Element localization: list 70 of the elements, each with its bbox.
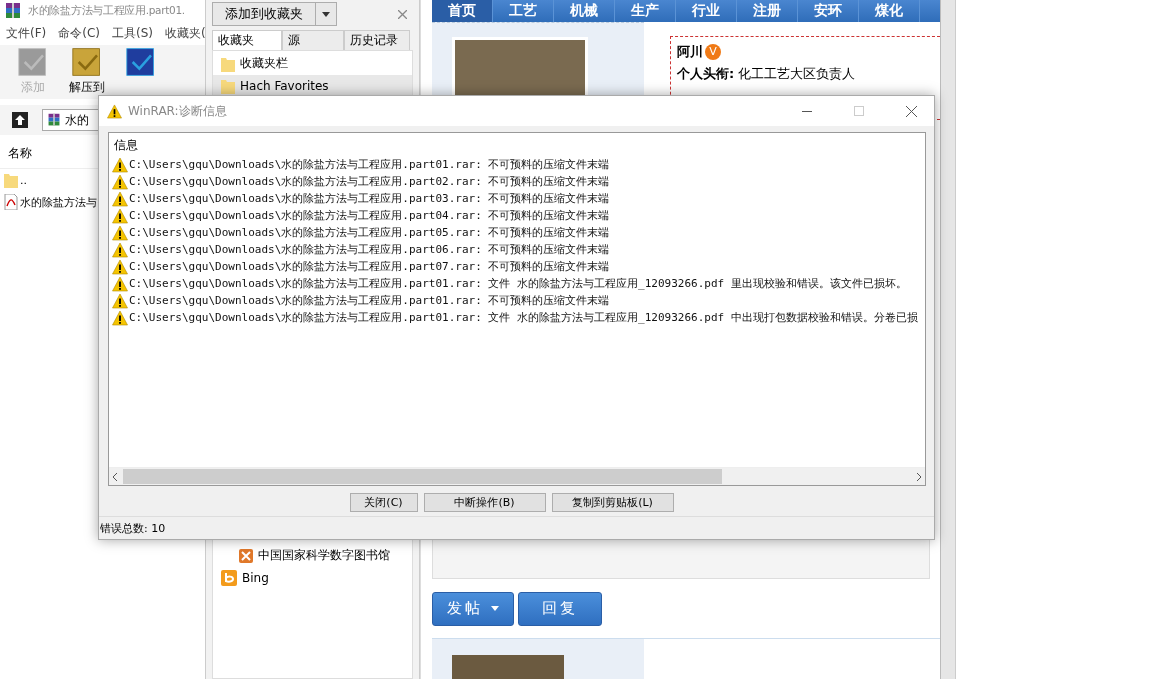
panel-tab[interactable]: 收藏夹 [212,29,282,50]
archive-books-icon [47,113,61,127]
warning-icon [112,275,128,292]
panel-tab[interactable]: 源 [282,29,344,50]
message-text: C:\Users\gqu\Downloads\水的除盐方法与工程应用.part01.rar: 文件 水的除盐方法与工程应用_12093266.pdf 中出现打包数据校验和错误。分卷已损 [129,310,918,325]
message-text: C:\Users\gqu\Downloads\水的除盐方法与工程应用.part04.rar: 不可预料的压缩文件末端 [129,208,610,223]
author-title: 个人头衔: 化工工艺大区负责人 [677,64,857,83]
up-arrow-icon[interactable] [12,112,28,128]
file-name[interactable]: .. [20,173,27,187]
verified-badge: V [705,43,721,60]
cross-logo-icon [239,548,253,563]
warning-icon [107,103,122,119]
add-to-favorites-button[interactable]: 添加到收藏夹 [212,1,337,26]
minimize-icon [802,110,812,112]
message-text: C:\Users\gqu\Downloads\水的除盐方法与工程应用.part01.rar: 不可预料的压缩文件末端 [129,293,610,308]
message-text: C:\Users\gqu\Downloads\水的除盐方法与工程应用.part03.rar: 不可预料的压缩文件末端 [129,191,610,206]
letter-b-logo-icon [221,569,237,586]
column-header[interactable]: 信息 [109,133,925,156]
message-text: C:\Users\gqu\Downloads\水的除盐方法与工程应用.part07.rar: 不可预料的压缩文件末端 [129,259,610,274]
author-name[interactable]: 阿川 [677,42,703,61]
file-name[interactable]: 水的除盐方法与 [20,194,97,210]
menu-item[interactable]: 文件(F) [6,25,47,42]
window-title: 水的除盐方法与工程应用.part01. [28,4,185,18]
warning-icon [112,173,128,190]
warning-icon [112,258,128,275]
warning-icon [112,224,128,241]
menu-item[interactable]: 工具(S) [112,25,153,42]
message-text: C:\Users\gqu\Downloads\水的除盐方法与工程应用.part01.rar: 不可预料的压缩文件末端 [129,157,610,172]
status-text: 错误总数: 10 [100,520,166,536]
nav-link[interactable]: 行业 [676,0,737,22]
favorite-item[interactable]: Hach Favorites [213,74,412,97]
favorite-item[interactable]: 收藏夹栏 [213,52,412,75]
folder-icon [221,55,235,72]
nav-link[interactable]: 机械 [554,0,615,22]
nav-link[interactable]: 安环 [798,0,859,22]
close-icon [398,9,407,19]
warning-icon [112,207,128,224]
nav-link[interactable]: 注册 [737,0,798,22]
favorite-item[interactable]: 中国国家科学数字图书馆 [213,544,412,567]
warning-icon [112,241,128,258]
nav-link[interactable]: 工艺 [493,0,554,22]
nav-link[interactable]: 煤化 [859,0,920,22]
nav-link[interactable]: 首页 [432,0,493,22]
warning-icon [112,309,128,326]
toolbar-label[interactable]: 解压到 [69,79,105,96]
scrollbar-thumb[interactable] [123,469,722,484]
menu-item[interactable]: 收藏夹( [165,25,206,42]
post-button[interactable]: 回复 [518,592,602,626]
message-text: C:\Users\gqu\Downloads\水的除盐方法与工程应用.part05.rar: 不可预料的压缩文件末端 [129,225,610,240]
menu-item[interactable]: 命令(C) [58,25,100,42]
message-text: C:\Users\gqu\Downloads\水的除盐方法与工程应用.part06.rar: 不可预料的压缩文件末端 [129,242,610,257]
folder-icon [221,77,235,94]
caret-icon [491,606,499,612]
favorite-item[interactable]: Bing [213,566,412,589]
dialog-button[interactable]: 中断操作(B) [423,493,546,512]
nav-link[interactable]: 生产 [615,0,676,22]
panel-tab[interactable]: 历史记录 [344,29,410,50]
warning-icon [112,190,128,207]
folder-icon [4,172,18,188]
dialog-button[interactable]: 复制到剪贴板(L) [551,493,674,512]
warning-icon [112,292,128,309]
message-text: C:\Users\gqu\Downloads\水的除盐方法与工程应用.part01.rar: 文件 水的除盐方法与工程应用_12093266.pdf 里出现校验和错误。该文件已损坏。 [129,276,907,291]
maximize-icon [854,106,864,116]
pdf-file-icon [4,194,18,210]
dialog-button[interactable]: 关闭(C) [349,493,418,512]
close-icon [905,105,917,117]
dialog-title: WinRAR:诊断信息 [128,102,228,120]
warning-icon [112,156,128,173]
message-text: C:\Users\gqu\Downloads\水的除盐方法与工程应用.part02.rar: 不可预料的压缩文件末端 [129,174,610,189]
post-button[interactable]: 发帖 [432,592,514,626]
